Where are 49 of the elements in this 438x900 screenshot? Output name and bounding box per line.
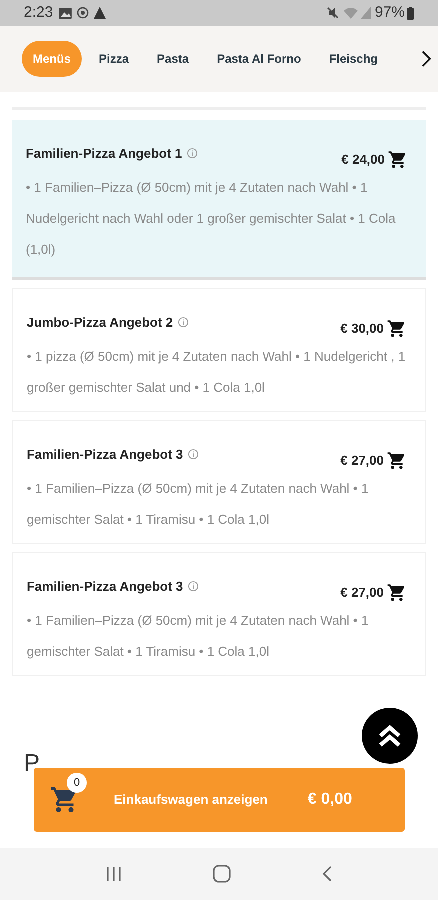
- item-name: Familien-Pizza Angebot 3: [27, 578, 184, 596]
- menu-item-card[interactable]: Familien-Pizza Angebot 1 € 24,00 • 1 Familien–Pizza (Ø 50cm) mit je 4 Zutaten nach Wahl • 1 Nudelgericht nach Wahl oder 1 großer gemischter Salat • 1 Cola (1,0l): [12, 120, 426, 280]
- item-name: Familien-Pizza Angebot 3: [27, 446, 184, 464]
- home-icon[interactable]: [212, 865, 231, 883]
- item-price: € 24,00: [342, 151, 385, 170]
- view-cart-button[interactable]: 0 Einkaufswagen anzeigen € 0,00: [34, 768, 405, 832]
- info-icon[interactable]: [188, 581, 200, 592]
- cart-icon: [387, 583, 407, 603]
- cart-label: Einkaufswagen anzeigen: [114, 791, 268, 810]
- info-icon[interactable]: [187, 148, 198, 160]
- add-to-cart-button[interactable]: [388, 150, 408, 170]
- wifi-icon: [344, 7, 358, 19]
- info-icon[interactable]: [188, 449, 200, 460]
- cart-icon: [388, 150, 408, 170]
- item-name: Jumbo-Pizza Angebot 2: [27, 314, 174, 332]
- item-description: • 1 Familien–Pizza (Ø 50cm) mit je 4 Zutaten nach Wahl • 1 gemischter Salat • 1 Tiramisu • 1 Cola 1,0l: [27, 480, 370, 529]
- recent-apps-icon[interactable]: [106, 866, 122, 882]
- add-to-cart-button[interactable]: [387, 319, 407, 339]
- battery-level: 97%: [374, 2, 405, 23]
- add-to-cart-button[interactable]: [387, 451, 407, 471]
- category-tab[interactable]: Pasta: [146, 41, 200, 77]
- menu-item-card[interactable]: Familien-Pizza Angebot 3 € 27,00 • 1 Familien–Pizza (Ø 50cm) mit je 4 Zutaten nach Wahl • 1 gemischter Salat • 1 Tiramisu • 1 Cola 1,0l: [12, 420, 426, 544]
- menu-item-card[interactable]: Familien-Pizza Angebot 3 € 27,00 • 1 Familien–Pizza (Ø 50cm) mit je 4 Zutaten nach Wahl • 1 gemischter Salat • 1 Tiramisu • 1 Cola 1,0l: [12, 552, 426, 676]
- category-tab[interactable]: Fleischg: [318, 41, 389, 77]
- add-to-cart-button[interactable]: [387, 583, 407, 603]
- item-description: • 1 Familien–Pizza (Ø 50cm) mit je 4 Zutaten nach Wahl • 1 Nudelgericht nach Wahl oder 1 großer gemischter Salat • 1 Cola (1,0l): [26, 179, 397, 259]
- cart-icon: [387, 451, 407, 471]
- menu-item-card[interactable]: Jumbo-Pizza Angebot 2 € 30,00 • 1 pizza (Ø 50cm) mit je 4 Zutaten nach Wahl • 1 Nudelgericht , 1 großer gemischter Salat und • 1 Cola 1,0l: [12, 288, 426, 412]
- cart-count-badge: 0: [67, 773, 87, 793]
- image-icon: [59, 8, 72, 18]
- chevron-right-icon: [422, 50, 430, 68]
- category-tab[interactable]: Pizza: [88, 41, 140, 77]
- item-price: € 27,00: [340, 584, 384, 602]
- item-description: • 1 Familien–Pizza (Ø 50cm) mit je 4 Zutaten nach Wahl • 1 gemischter Salat • 1 Tiramisu • 1 Cola 1,0l: [27, 612, 370, 661]
- mute-icon: [326, 7, 339, 19]
- item-name: Familien-Pizza Angebot 1: [26, 145, 182, 163]
- category-tab[interactable]: Pasta Al Forno: [206, 41, 312, 77]
- info-icon[interactable]: [178, 317, 190, 328]
- clock: 2:23: [24, 2, 54, 23]
- item-description: • 1 pizza (Ø 50cm) mit je 4 Zutaten nach Wahl • 1 Nudelgericht , 1 großer gemischter Salat und • 1 Cola 1,0l: [27, 348, 407, 397]
- item-price: € 27,00: [340, 452, 384, 470]
- battery-icon: [407, 6, 414, 20]
- item-price: € 30,00: [340, 320, 384, 338]
- circle-icon: [77, 7, 90, 19]
- cart-total: € 0,00: [308, 790, 352, 810]
- back-icon[interactable]: [322, 866, 332, 882]
- warning-icon: [94, 7, 106, 19]
- signal-icon: [360, 7, 371, 19]
- cart-icon: [387, 319, 407, 339]
